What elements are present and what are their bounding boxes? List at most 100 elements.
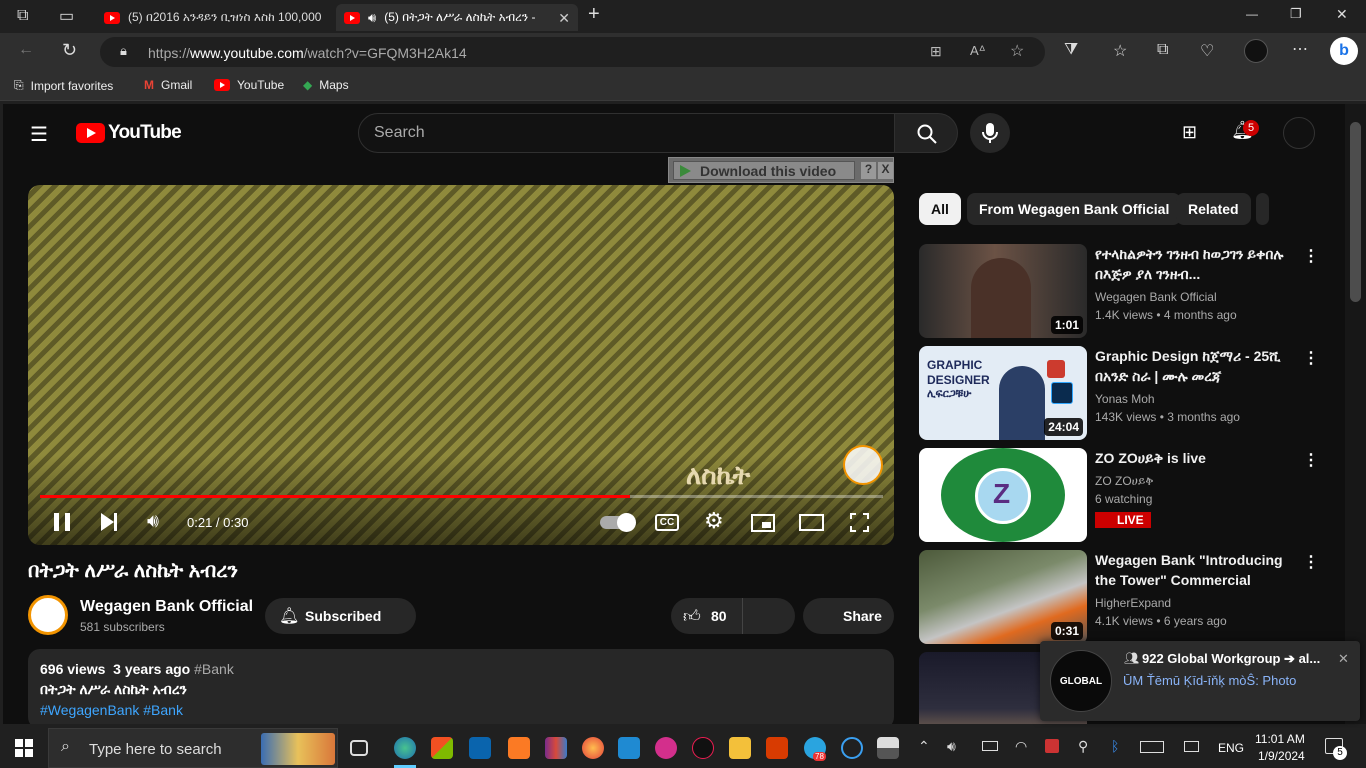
fullscreen-button[interactable] [850,513,869,532]
favorites-icon[interactable]: ☆ [1113,41,1127,61]
more-menu-icon[interactable]: ⋯ [1292,39,1308,59]
mail-taskbar-icon[interactable] [469,737,491,759]
minimize-button[interactable]: — [1246,7,1258,21]
theater-mode-button[interactable] [799,514,824,531]
download-help-button[interactable]: ? [861,162,876,179]
pause-button[interactable] [54,513,70,531]
chip-from-channel[interactable]: From Wegagen Bank Official [967,193,1182,225]
bluetooth-tray-icon[interactable]: ᛒ [1111,738,1119,754]
wps-taskbar-icon[interactable] [655,737,677,759]
language-indicator[interactable]: ENG [1218,741,1244,755]
more-options-icon[interactable]: ⋮ [1303,246,1319,266]
firefox-taskbar-icon[interactable] [582,737,604,759]
volume-tray-icon[interactable]: 🔊︎ [947,738,956,755]
chip-next-partial[interactable] [1256,193,1269,225]
tab-2[interactable]: 🔊︎ (5) በትጋት ለሥራ ለስኬት አብረን - ✕ [336,4,578,31]
volume-icon[interactable]: 🔊︎ [147,511,159,533]
search-input[interactable]: Search [358,113,895,153]
extensions-icon[interactable]: ⧩ [1064,41,1078,59]
channel-name[interactable]: Wegagen Bank Official [80,598,253,616]
recommendation-item[interactable]: Z ZO ZOሀይቅ is live ZO ZOሀይቅ 6 watching L… [919,448,1319,542]
download-video-banner[interactable]: Download this video ? X [668,157,894,183]
create-video-icon[interactable]: ⊞ [1182,122,1197,143]
video-thumbnail[interactable]: GRAPHIC DESIGNER ሊፍርጋቹሁ 24:04 [919,346,1087,440]
settings-gear-icon[interactable]: ⚙ [704,508,724,534]
recommendation-title[interactable]: የተላከልዎትን ገንዘብ ከወጋገን ይቀበሉ በእጅዎ ያለ ገንዘብ... [1095,244,1295,284]
recommendation-title[interactable]: Wegagen Bank "Introducing the Tower" Com… [1095,550,1295,590]
video-thumbnail[interactable]: 0:31 [919,550,1087,644]
recommendation-channel[interactable]: ZO ZOሀይቅ [1095,474,1153,489]
more-options-icon[interactable]: ⋮ [1303,552,1319,572]
bookmark-gmail[interactable]: M Gmail [144,78,192,92]
tab-actions-icon[interactable]: ▭ [59,6,74,26]
store-taskbar-icon[interactable] [431,737,453,759]
vscode-taskbar-icon[interactable] [618,737,640,759]
recommendation-title[interactable]: Graphic Design ከጀማሪ - 25ሺ በአንድ ስራ | ሙሉ መ… [1095,346,1295,386]
description-hashtags[interactable]: #WegagenBank #Bank [40,702,882,718]
network-tray-icon[interactable]: ⚲ [1078,738,1088,755]
task-view-icon[interactable] [350,740,368,756]
refresh-icon[interactable]: ↻ [62,40,77,61]
vpn-taskbar-icon[interactable] [841,737,863,759]
channel-avatar[interactable] [28,595,68,635]
tab-close-icon[interactable]: ✕ [558,10,570,27]
telegram-notification[interactable]: GLOBAL 👥︎ 922 Global Workgroup ➔ al... Ū… [1040,641,1360,721]
recommendation-channel[interactable]: Wegagen Bank Official [1095,290,1217,304]
back-icon[interactable]: ← [18,41,34,59]
description-box[interactable]: 696 views 3 years ago #Bank በትጋት ለሥራ ለስኬ… [28,649,894,724]
read-aloud-icon[interactable]: Aᐞ [970,43,986,59]
captions-button[interactable]: CC [655,514,679,531]
chip-all[interactable]: All [919,193,961,225]
winrar-taskbar-icon[interactable] [545,737,567,759]
next-button[interactable] [101,513,117,531]
clock-date[interactable]: 1/9/2024 [1258,749,1305,763]
battery-tray-icon[interactable] [982,741,998,751]
account-avatar[interactable] [1283,117,1315,149]
video-thumbnail[interactable]: 1:01 [919,244,1087,338]
scrollbar-thumb[interactable] [1350,122,1361,302]
chip-related[interactable]: Related [1176,193,1251,225]
clock-time[interactable]: 11:01 AM [1255,732,1305,746]
display-tray-icon[interactable] [1184,741,1199,752]
dislike-button[interactable] [744,598,795,634]
xampp-taskbar-icon[interactable] [508,737,530,759]
more-options-icon[interactable]: ⋮ [1303,450,1319,470]
recommendation-channel[interactable]: HigherExpand [1095,596,1171,610]
collections-icon[interactable]: ⧉ [1157,41,1168,59]
windows-start-icon[interactable] [15,739,33,757]
bookmark-maps[interactable]: ◆ Maps [303,78,349,92]
recommendation-channel[interactable]: Yonas Moh [1095,392,1155,406]
more-options-icon[interactable]: ⋮ [1303,348,1319,368]
close-window-button[interactable]: ✕ [1336,6,1348,23]
new-tab-button[interactable]: + [588,3,600,26]
channel-watermark-icon[interactable] [843,445,883,485]
recommendation-item[interactable]: 1:01 የተላከልዎትን ገንዘብ ከወጋገን ይቀበሉ በእጅዎ ያለ ገን… [919,244,1319,338]
youtube-logo[interactable]: YouTube [76,122,182,144]
app-tray-icon[interactable] [1045,739,1059,753]
page-scrollbar[interactable] [1345,104,1366,724]
recommendation-item[interactable]: GRAPHIC DESIGNER ሊፍርጋቹሁ 24:04 Graphic De… [919,346,1319,440]
autoplay-toggle[interactable] [600,513,636,532]
miniplayer-button[interactable] [751,514,775,532]
bookmark-youtube[interactable]: YouTube [214,78,284,92]
favorite-star-icon[interactable]: ☆ [1010,41,1024,61]
profile-avatar[interactable] [1244,39,1268,63]
tab-1[interactable]: (5) በ2016 አንዳይን ቢዝነስ እስከ 100,000 [96,4,336,31]
like-button[interactable]: 👍︎ 80 [671,598,743,634]
share-button[interactable]: Share [803,598,894,634]
progress-bar-track[interactable] [40,495,883,498]
hamburger-menu-icon[interactable]: ☰ [30,122,48,147]
tiktok-taskbar-icon[interactable] [692,737,714,759]
video-thumbnail[interactable]: Z [919,448,1087,542]
url-text[interactable]: https://www.youtube.com/watch?v=GFQM3H2A… [148,45,467,61]
maximize-button[interactable]: ❐ [1290,6,1302,22]
photos-taskbar-icon[interactable] [877,737,899,759]
health-icon[interactable]: ♡ [1200,41,1214,61]
voice-search-button[interactable] [970,113,1010,153]
show-hidden-icons[interactable]: ⌃ [918,738,930,755]
edge-taskbar-icon[interactable] [394,737,416,759]
office-taskbar-icon[interactable] [766,737,788,759]
url-bar[interactable]: 🔒︎ https://www.youtube.com/watch?v=GFQM3… [100,37,1045,67]
bing-copilot-icon[interactable]: b [1330,37,1358,65]
taskbar-search-box[interactable]: ⌕ Type here to search [48,728,338,768]
